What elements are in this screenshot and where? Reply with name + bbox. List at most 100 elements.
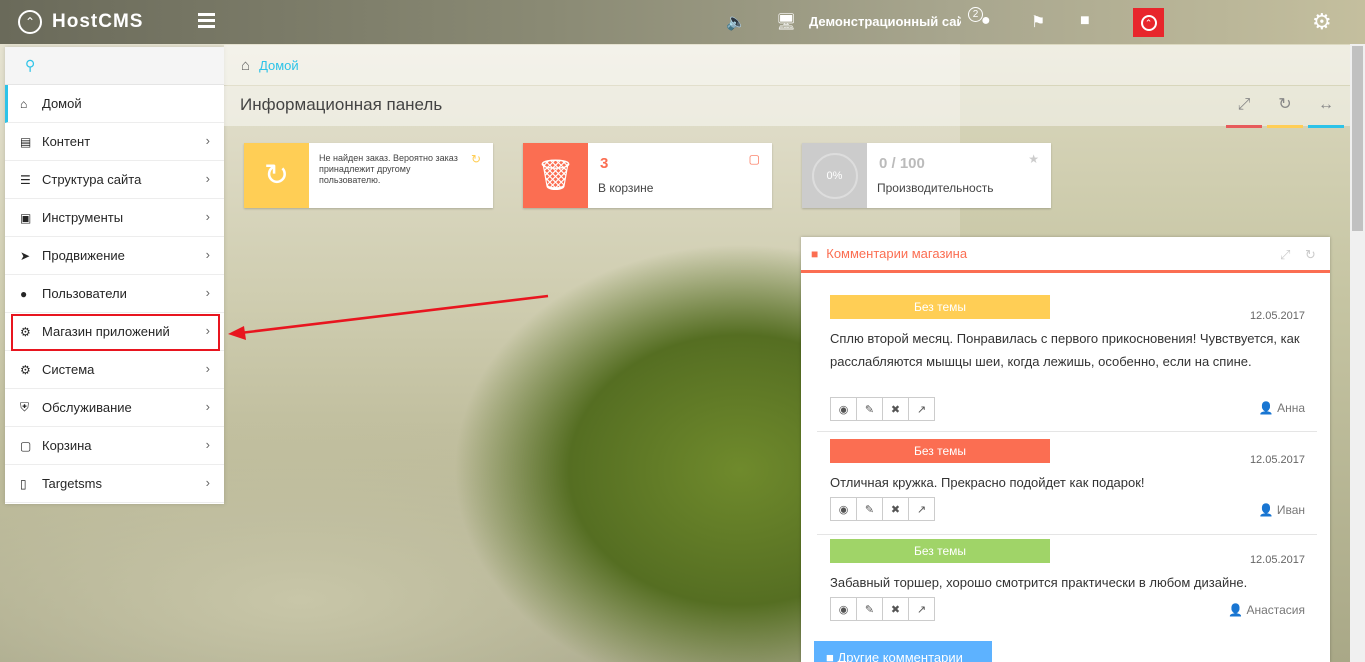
sidebar-item-structure[interactable]: ☰ Структура сайта › xyxy=(5,161,224,199)
logo[interactable]: ⌃ HostCMS xyxy=(18,10,143,34)
comment-text: Сплю второй месяц. Понравилась с первого… xyxy=(830,331,1300,369)
delete-icon[interactable]: ✖ xyxy=(882,397,909,421)
refresh-button[interactable]: ↻ xyxy=(1267,94,1303,128)
trash-small-icon[interactable]: ▢ xyxy=(749,152,760,166)
monitor-icon[interactable]: 🖥 xyxy=(776,12,796,32)
globe-icon[interactable]: ● xyxy=(981,12,991,30)
sidebar-item-home[interactable]: ⌂ Домой xyxy=(5,85,224,123)
comment-item: Без темы 12.05.2017 Сплю второй месяц. П… xyxy=(817,295,1317,432)
fullscreen-button[interactable]: ⤢ xyxy=(1226,94,1262,128)
chevron-right-icon: › xyxy=(205,361,210,376)
widen-button[interactable]: ↔ xyxy=(1308,94,1344,128)
sidebar-item-users[interactable]: ● Пользователи › xyxy=(5,275,224,313)
volume-icon[interactable]: 🔈 xyxy=(726,12,746,32)
search-icon: ⚲ xyxy=(25,57,36,73)
sidebar: ⚲ ⌂ Домой ▤ Контент › ☰ Структура сайта … xyxy=(5,47,224,504)
breadcrumb-home-link[interactable]: Домой xyxy=(259,58,299,73)
delete-icon[interactable]: ✖ xyxy=(882,497,909,521)
comment-text: Отличная кружка. Прекрасно подойдет как … xyxy=(830,475,1145,490)
comment-date: 12.05.2017 xyxy=(1249,554,1305,566)
performance-value: 0 / 100 xyxy=(879,155,925,172)
shop-comments-widget: ■ Комментарии магазина ⤢ ↻ Без темы 12.0… xyxy=(801,237,1330,662)
comment-tag: Без темы xyxy=(830,295,1050,319)
edit-icon[interactable]: ✎ xyxy=(856,397,883,421)
trash-icon: ▢ xyxy=(20,438,32,453)
sidebar-item-label: Targetsms xyxy=(42,476,102,491)
page-title: Информационная панель xyxy=(240,95,443,114)
performance-gauge: 0% xyxy=(802,143,867,208)
chevron-right-icon: › xyxy=(205,399,210,414)
external-link-icon[interactable]: ↗ xyxy=(908,397,935,421)
page-scrollbar[interactable] xyxy=(1350,44,1365,662)
trophy-icon: ★ xyxy=(1028,152,1039,166)
logo-icon: ⌃ xyxy=(18,10,42,34)
comment-item: Без темы 12.05.2017 Забавный торшер, хор… xyxy=(817,539,1317,635)
cart-tile: 🗑 3 В корзине ▢ xyxy=(523,143,772,208)
view-icon[interactable]: ◉ xyxy=(830,397,857,421)
sidebar-item-content[interactable]: ▤ Контент › xyxy=(5,123,224,161)
widget-title: Комментарии магазина xyxy=(826,246,968,261)
newspaper-icon: ▤ xyxy=(20,134,32,149)
comment-author: 👤 Иван xyxy=(1258,503,1305,517)
home-icon[interactable]: ⌂ xyxy=(241,57,250,74)
menu-toggle-icon[interactable] xyxy=(198,13,215,29)
sidebar-item-label: Система xyxy=(42,362,95,377)
alert-button[interactable]: ⌃ xyxy=(1133,8,1164,37)
cart-label: В корзине xyxy=(598,181,654,195)
page-header: Информационная панель ⤢ ↻ ↔ xyxy=(224,86,1365,128)
chat-icon[interactable]: ■ xyxy=(1080,12,1090,30)
alert-icon: ⌃ xyxy=(1140,14,1157,31)
chevron-right-icon: › xyxy=(205,285,210,300)
performance-label: Производительность xyxy=(877,181,994,195)
more-comments-button[interactable]: ■ Другие комментарии xyxy=(814,641,992,662)
refresh-icon[interactable]: ↻ xyxy=(1305,247,1316,263)
sidebar-item-maintenance[interactable]: ⛨ Обслуживание › xyxy=(5,389,224,427)
widget-header: ■ Комментарии магазина ⤢ ↻ xyxy=(801,237,1330,273)
view-icon[interactable]: ◉ xyxy=(830,497,857,521)
mobile-icon: ▯ xyxy=(20,476,27,491)
chevron-right-icon: › xyxy=(205,133,210,148)
sidebar-item-promotion[interactable]: ➤ Продвижение › xyxy=(5,237,224,275)
top-navbar: ⌃ HostCMS 🔈 🖥 Демонстрационный сайт 2 ● … xyxy=(0,0,1365,44)
gear-icon[interactable]: ⚙ xyxy=(1312,9,1332,35)
sidebar-item-label: Корзина xyxy=(42,438,92,453)
sidebar-item-cart[interactable]: ▢ Корзина › xyxy=(5,427,224,465)
expand-icon: ⤢ xyxy=(1237,96,1251,113)
chevron-right-icon: › xyxy=(205,171,210,186)
highlight-box xyxy=(11,314,220,351)
chevron-right-icon: › xyxy=(205,437,210,452)
comment-tag: Без темы xyxy=(830,539,1050,563)
sidebar-item-label: Обслуживание xyxy=(42,400,132,415)
home-icon: ⌂ xyxy=(20,96,28,111)
delete-icon[interactable]: ✖ xyxy=(882,597,909,621)
site-selector[interactable]: Демонстрационный сайт xyxy=(809,14,961,29)
cart-count: 3 xyxy=(600,155,609,172)
sidebar-item-tools[interactable]: ▣ Инструменты › xyxy=(5,199,224,237)
breadcrumb: ⌂ Домой xyxy=(224,45,1365,85)
sidebar-item-label: Пользователи xyxy=(42,286,127,301)
rocket-icon: ➤ xyxy=(20,248,31,263)
sidebar-item-system[interactable]: ⚙ Система › xyxy=(5,351,224,389)
external-link-icon[interactable]: ↗ xyxy=(908,597,935,621)
refresh-small-icon[interactable]: ↻ xyxy=(471,152,481,166)
edit-icon[interactable]: ✎ xyxy=(856,597,883,621)
sidebar-search[interactable]: ⚲ xyxy=(5,47,224,85)
comment-author: 👤 Анна xyxy=(1258,401,1305,415)
sidebar-item-targetsms[interactable]: ▯ Targetsms › xyxy=(5,465,224,503)
flag-icon[interactable]: ⚑ xyxy=(1031,12,1045,32)
comment-date: 12.05.2017 xyxy=(1249,310,1305,322)
sidebar-item-label: Структура сайта xyxy=(42,172,142,187)
expand-icon[interactable]: ⤢ xyxy=(1280,247,1290,263)
comment-date: 12.05.2017 xyxy=(1249,454,1305,466)
scrollbar-thumb[interactable] xyxy=(1352,46,1363,231)
view-icon[interactable]: ◉ xyxy=(830,597,857,621)
sitemap-icon: ☰ xyxy=(20,172,31,187)
chevron-right-icon: › xyxy=(205,209,210,224)
edit-icon[interactable]: ✎ xyxy=(856,497,883,521)
comment-actions: ◉ ✎ ✖ ↗ xyxy=(830,597,935,621)
comments-icon: ■ xyxy=(826,650,834,662)
external-link-icon[interactable]: ↗ xyxy=(908,497,935,521)
briefcase-icon: ▣ xyxy=(20,210,32,225)
gear-icon: ⚙ xyxy=(20,362,31,377)
comment-actions: ◉ ✎ ✖ ↗ xyxy=(830,497,935,521)
